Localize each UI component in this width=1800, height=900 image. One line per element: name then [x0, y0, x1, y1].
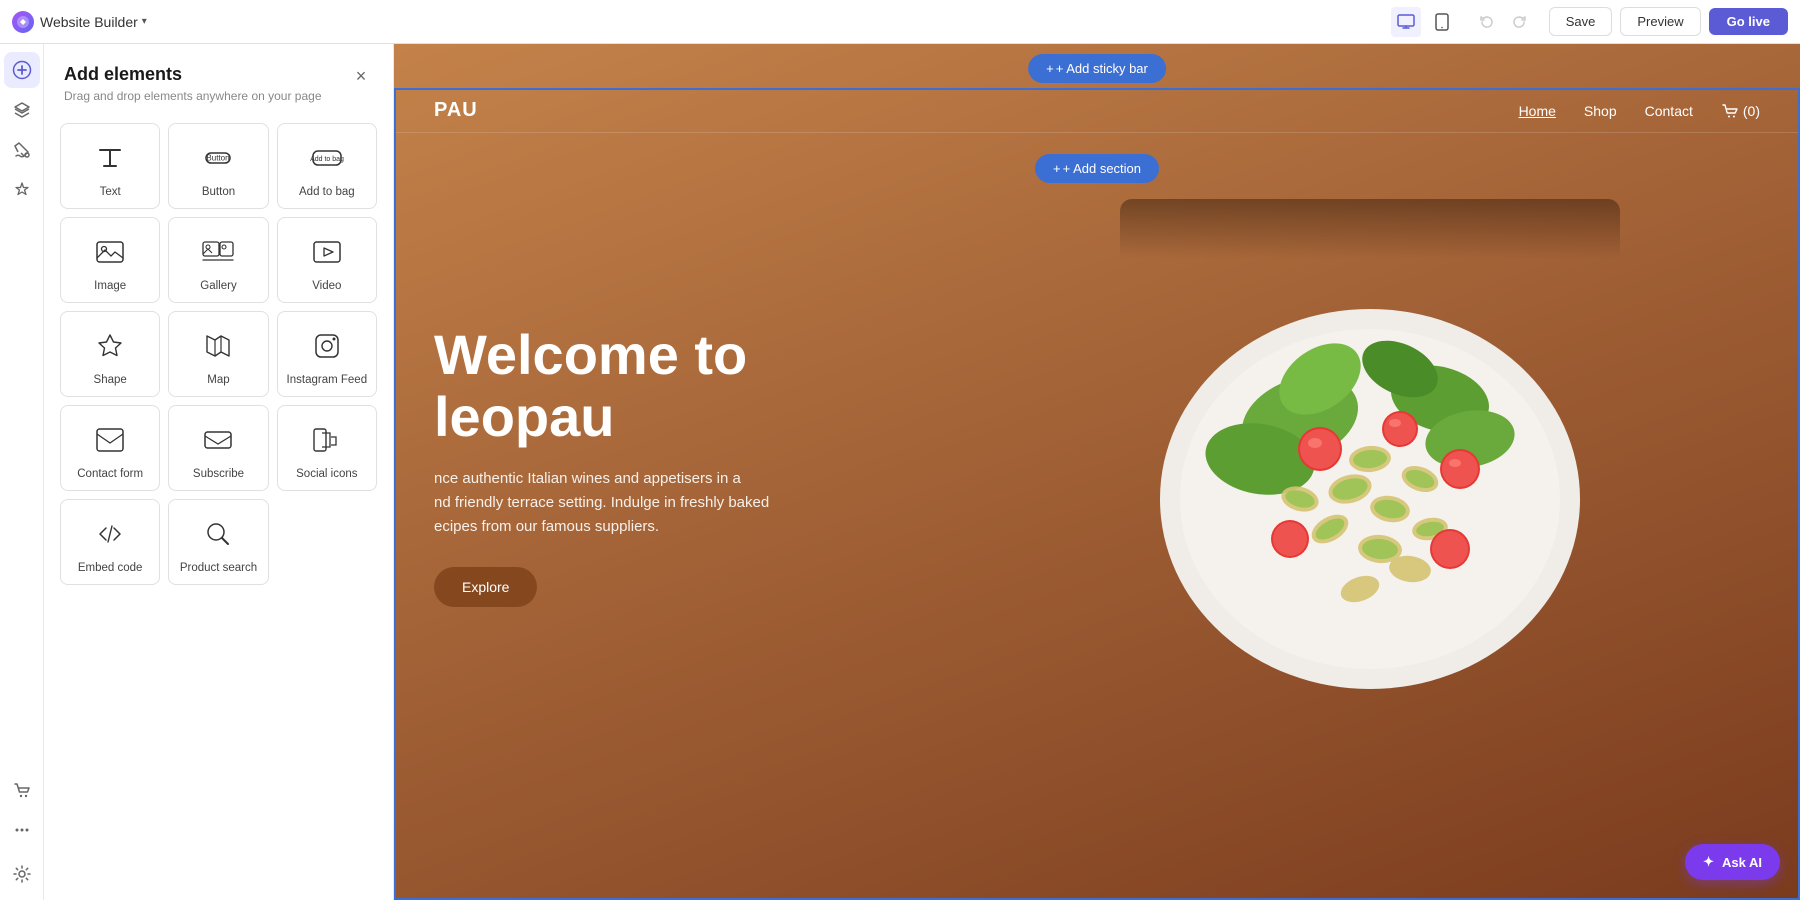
main-area: Add elements Drag and drop elements anyw…	[0, 44, 1800, 900]
sidebar-item-layers[interactable]	[4, 92, 40, 128]
element-label-video: Video	[312, 280, 341, 292]
food-image	[1120, 199, 1620, 719]
element-item-product-search[interactable]: Product search	[168, 499, 268, 585]
hero-explore-button[interactable]: Explore	[434, 567, 537, 607]
sidebar-item-ai[interactable]	[4, 172, 40, 208]
add-elements-panel: Add elements Drag and drop elements anyw…	[44, 44, 394, 900]
panel-close-button[interactable]: ×	[349, 64, 373, 88]
shape-element-icon	[90, 326, 130, 366]
ask-ai-button[interactable]: ✦ Ask AI	[1685, 844, 1780, 880]
element-item-map[interactable]: Map	[168, 311, 268, 397]
top-bar: Website Builder ▾ Save Preview Go live	[0, 0, 1800, 44]
element-label-add-to-bag: Add to bag	[299, 186, 355, 198]
element-label-button: Button	[202, 186, 235, 198]
icon-bar	[0, 44, 44, 900]
panel-subtitle: Drag and drop elements anywhere on your …	[64, 89, 322, 103]
element-grid: Text Button Button Add to bag Add to bag	[44, 111, 393, 597]
canvas-nav-shop[interactable]: Shop	[1584, 103, 1617, 119]
element-item-contact-form[interactable]: Contact form	[60, 405, 160, 491]
instagram-element-icon	[307, 326, 347, 366]
go-live-button[interactable]: Go live	[1709, 8, 1788, 35]
top-bar-right: Save Preview Go live	[1391, 7, 1788, 37]
svg-text:Button: Button	[207, 154, 230, 163]
add-sticky-bar-button[interactable]: + + Add sticky bar	[1028, 54, 1166, 83]
element-item-social-icons[interactable]: Social icons	[277, 405, 377, 491]
map-element-icon	[198, 326, 238, 366]
button-element-icon: Button	[198, 138, 238, 178]
product-search-element-icon	[198, 514, 238, 554]
desktop-view-button[interactable]	[1391, 7, 1421, 37]
hero-title: Welcome toleopau	[434, 324, 769, 447]
element-label-subscribe: Subscribe	[193, 468, 244, 480]
add-to-bag-element-icon: Add to bag	[307, 138, 347, 178]
image-element-icon	[90, 232, 130, 272]
canvas-nav-contact[interactable]: Contact	[1645, 103, 1693, 119]
text-element-icon	[90, 138, 130, 178]
contact-form-element-icon	[90, 420, 130, 460]
undo-redo-controls	[1473, 8, 1533, 36]
canvas-nav-home[interactable]: Home	[1519, 103, 1556, 119]
device-icons	[1391, 7, 1457, 37]
element-item-button[interactable]: Button Button	[168, 123, 268, 209]
canvas-navigation: PAU Home Shop Contact (0)	[394, 89, 1800, 133]
subscribe-element-icon	[198, 420, 238, 460]
embed-code-element-icon	[90, 514, 130, 554]
gallery-element-icon	[198, 232, 238, 272]
redo-button[interactable]	[1505, 8, 1533, 36]
panel-header: Add elements Drag and drop elements anyw…	[44, 44, 393, 111]
element-label-product-search: Product search	[180, 562, 257, 574]
canvas-area: + + Add sticky bar PAU Home Shop Contact…	[394, 44, 1800, 900]
element-item-instagram-feed[interactable]: Instagram Feed	[277, 311, 377, 397]
element-label-map: Map	[207, 374, 229, 386]
ask-ai-icon: ✦	[1703, 854, 1714, 870]
element-item-subscribe[interactable]: Subscribe	[168, 405, 268, 491]
sidebar-item-shop[interactable]	[4, 772, 40, 808]
element-label-embed-code: Embed code	[78, 562, 143, 574]
element-label-text: Text	[100, 186, 121, 198]
element-label-instagram-feed: Instagram Feed	[287, 374, 368, 386]
video-element-icon	[307, 232, 347, 272]
hero-description: nce authentic Italian wines and appetise…	[434, 467, 769, 539]
element-item-text[interactable]: Text	[60, 123, 160, 209]
element-label-gallery: Gallery	[200, 280, 236, 292]
add-section-button[interactable]: + + Add section	[1035, 154, 1159, 183]
element-item-video[interactable]: Video	[277, 217, 377, 303]
element-item-image[interactable]: Image	[60, 217, 160, 303]
element-label-social-icons: Social icons	[296, 468, 357, 480]
sidebar-item-paint[interactable]	[4, 132, 40, 168]
chevron-down-icon: ▾	[142, 16, 147, 27]
sidebar-item-settings[interactable]	[4, 856, 40, 892]
builder-title: Website Builder ▾	[40, 14, 147, 30]
element-label-shape: Shape	[94, 374, 127, 386]
element-item-shape[interactable]: Shape	[60, 311, 160, 397]
element-item-gallery[interactable]: Gallery	[168, 217, 268, 303]
top-bar-left: Website Builder ▾	[12, 11, 147, 33]
sidebar-item-add-elements[interactable]	[4, 52, 40, 88]
canvas-cart-icon[interactable]: (0)	[1721, 102, 1760, 120]
mobile-view-button[interactable]	[1427, 7, 1457, 37]
save-button[interactable]: Save	[1549, 7, 1613, 36]
sidebar-item-more[interactable]	[4, 812, 40, 848]
canvas-brand: PAU	[434, 99, 478, 122]
website-canvas: + + Add sticky bar PAU Home Shop Contact…	[394, 44, 1800, 900]
brand-icon	[12, 11, 34, 33]
svg-text:Add to bag: Add to bag	[310, 156, 344, 163]
element-item-embed-code[interactable]: Embed code	[60, 499, 160, 585]
undo-button[interactable]	[1473, 8, 1501, 36]
canvas-nav-links: Home Shop Contact (0)	[1519, 102, 1760, 120]
panel-title: Add elements	[64, 64, 322, 85]
element-label-image: Image	[94, 280, 126, 292]
element-item-add-to-bag[interactable]: Add to bag Add to bag	[277, 123, 377, 209]
preview-button[interactable]: Preview	[1620, 7, 1700, 36]
hero-content: Welcome toleopau nce authentic Italian w…	[434, 324, 769, 607]
social-icons-element-icon	[307, 420, 347, 460]
element-label-contact-form: Contact form	[77, 468, 143, 480]
